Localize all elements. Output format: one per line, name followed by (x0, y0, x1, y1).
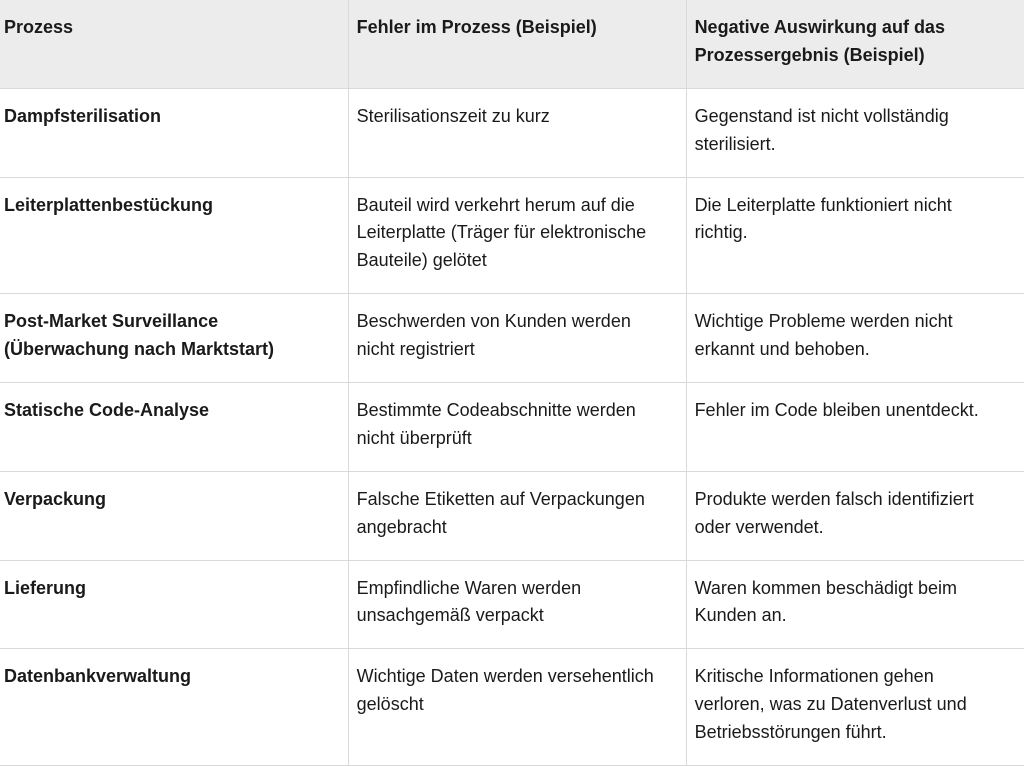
cell-process: Post-Market Surveillance (Überwachung na… (0, 294, 348, 383)
cell-process: Statische Code-Analyse (0, 383, 348, 472)
cell-impact: Produkte werden falsch identifiziert ode… (686, 471, 1024, 560)
header-impact: Negative Auswirkung auf das Prozessergeb… (686, 0, 1024, 88)
table-row: Dampfsterilisation Sterilisationszeit zu… (0, 88, 1024, 177)
cell-failure: Empfindliche Waren werden unsachgemäß ve… (348, 560, 686, 649)
table-row: Lieferung Empfindliche Waren werden unsa… (0, 560, 1024, 649)
header-failure: Fehler im Prozess (Beispiel) (348, 0, 686, 88)
cell-failure: Wichtige Daten werden versehentlich gelö… (348, 649, 686, 766)
cell-process: Lieferung (0, 560, 348, 649)
cell-failure: Falsche Etiketten auf Verpackungen angeb… (348, 471, 686, 560)
process-failure-table: Prozess Fehler im Prozess (Beispiel) Neg… (0, 0, 1024, 766)
cell-impact: Kritische Informationen gehen verloren, … (686, 649, 1024, 766)
cell-process: Leiterplattenbestückung (0, 177, 348, 294)
table-row: Datenbankverwaltung Wichtige Daten werde… (0, 649, 1024, 766)
cell-process: Datenbankverwaltung (0, 649, 348, 766)
header-process: Prozess (0, 0, 348, 88)
table-row: Leiterplattenbestückung Bauteil wird ver… (0, 177, 1024, 294)
cell-failure: Bestimmte Codeabschnitte werden nicht üb… (348, 383, 686, 472)
cell-impact: Gegenstand ist nicht vollständig sterili… (686, 88, 1024, 177)
cell-process: Dampfsterilisation (0, 88, 348, 177)
table-row: Verpackung Falsche Etiketten auf Verpack… (0, 471, 1024, 560)
table-row: Statische Code-Analyse Bestimmte Codeabs… (0, 383, 1024, 472)
cell-failure: Sterilisationszeit zu kurz (348, 88, 686, 177)
cell-impact: Die Leiterplatte funktioniert nicht rich… (686, 177, 1024, 294)
cell-failure: Bauteil wird verkehrt herum auf die Leit… (348, 177, 686, 294)
cell-failure: Beschwerden von Kunden werden nicht regi… (348, 294, 686, 383)
cell-impact: Waren kommen beschädigt beim Kunden an. (686, 560, 1024, 649)
cell-impact: Wichtige Probleme werden nicht erkannt u… (686, 294, 1024, 383)
cell-impact: Fehler im Code bleiben unentdeckt. (686, 383, 1024, 472)
table-row: Post-Market Surveillance (Überwachung na… (0, 294, 1024, 383)
cell-process: Verpackung (0, 471, 348, 560)
table-header-row: Prozess Fehler im Prozess (Beispiel) Neg… (0, 0, 1024, 88)
